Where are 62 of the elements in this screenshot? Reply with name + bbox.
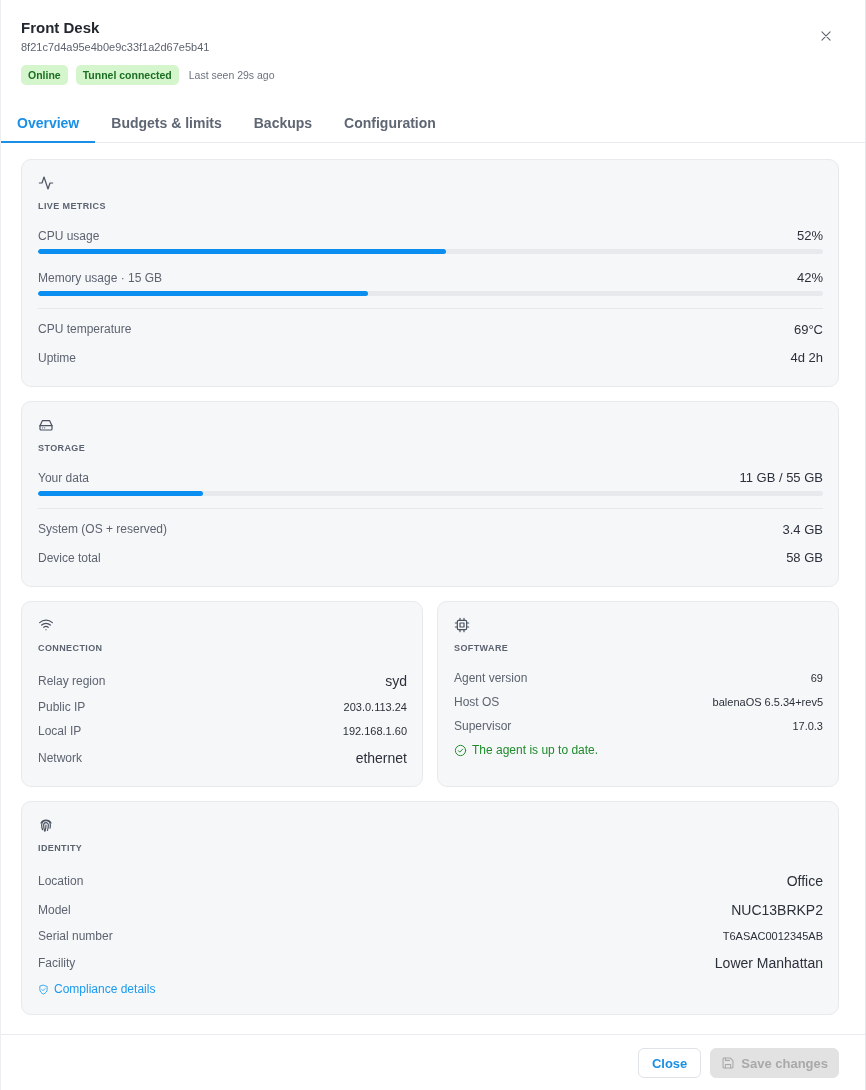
info-label: Serial number: [38, 928, 113, 945]
compliance-link[interactable]: Compliance details: [38, 980, 156, 998]
hard-drive-icon: [38, 417, 54, 433]
info-value: NUC13BRKP2: [731, 901, 823, 920]
info-label: Local IP: [38, 723, 82, 740]
close-dialog-button[interactable]: [819, 29, 833, 43]
stat-label: Uptime: [38, 350, 76, 365]
info-value: syd: [385, 672, 407, 691]
close-button[interactable]: Close: [637, 1048, 702, 1078]
device-id: 8f21c7d4a95e4b0e9c33f1a2d67e5b41: [21, 40, 211, 55]
info-label: Location: [38, 872, 84, 890]
meter-label: Your data: [38, 470, 89, 486]
meter-reading: 11 GB / 55 GB: [739, 470, 823, 486]
meter-reading: 42%: [796, 270, 823, 286]
tab[interactable]: Backups: [237, 105, 329, 143]
info-value: Lower Manhattan: [714, 954, 823, 973]
info-label: Public IP: [38, 699, 86, 716]
info-value: 192.168.1.60: [342, 724, 407, 739]
device-name: Front Desk: [21, 19, 101, 37]
info-value: T6ASAC0012345AB: [722, 929, 823, 944]
info-value: Office: [786, 872, 823, 891]
info-label: Facility: [38, 954, 76, 972]
shield-icon: [38, 983, 49, 995]
info-value: ethernet: [355, 749, 407, 768]
stat-value: 69°C: [793, 321, 823, 337]
section-title: STORAGE: [38, 442, 87, 454]
meter-label: Memory usage · 15 GB: [38, 270, 163, 286]
close-icon: [819, 29, 833, 43]
status-message: The agent is up to date.: [472, 742, 599, 759]
meter-label: CPU usage: [38, 228, 100, 244]
info-value: 203.0.113.24: [343, 700, 407, 715]
wifi-icon: [38, 617, 54, 633]
last-seen-text: Last seen 29s ago: [188, 68, 275, 83]
stat-value: 3.4 GB: [782, 521, 823, 537]
info-label: Agent version: [454, 670, 528, 687]
stat-label: Device total: [38, 550, 101, 565]
info-label: Host OS: [454, 694, 500, 711]
info-label: Relay region: [38, 672, 106, 690]
status-badge: Online: [21, 65, 68, 85]
section-title: LIVE METRICS: [38, 200, 107, 212]
section-title: IDENTITY: [38, 842, 84, 854]
meter-reading: 52%: [796, 228, 823, 244]
info-label: Network: [38, 749, 82, 767]
status-badge: Tunnel connected: [75, 65, 179, 85]
info-label: Model: [38, 901, 71, 919]
tab[interactable]: Budgets & limits: [95, 105, 238, 143]
stat-value: 4d 2h: [790, 350, 823, 366]
tab[interactable]: Configuration: [328, 105, 452, 143]
section-title: SOFTWARE: [454, 642, 510, 654]
info-label: Supervisor: [454, 718, 512, 735]
chip-icon: [454, 617, 470, 633]
tab[interactable]: Overview: [1, 105, 96, 143]
info-value: 69: [810, 671, 823, 686]
info-value: balenaOS 6.5.34+rev5: [712, 695, 823, 710]
stat-value: 58 GB: [786, 550, 823, 566]
check-circle-icon: [454, 744, 467, 757]
info-value: 17.0.3: [792, 719, 823, 734]
pulse-icon: [38, 175, 54, 191]
stat-label: System (OS + reserved): [38, 522, 168, 537]
section-title: CONNECTION: [38, 642, 104, 654]
stat-label: CPU temperature: [38, 322, 132, 337]
fingerprint-icon: [38, 817, 54, 833]
